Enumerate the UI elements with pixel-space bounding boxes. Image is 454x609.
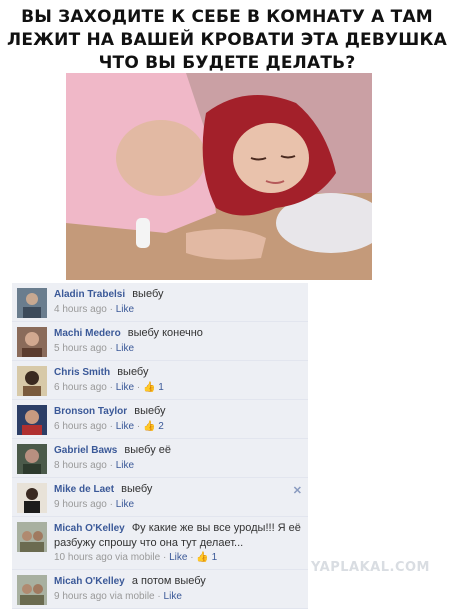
comment-meta: 5 hours ago · Like	[54, 342, 302, 356]
comment-time[interactable]: 4 hours ago	[54, 304, 107, 315]
comment-meta: 8 hours ago · Like	[54, 459, 302, 473]
close-icon[interactable]: ✕	[293, 484, 302, 497]
comment-author[interactable]: Mike de Laet	[54, 484, 114, 495]
comment-text: выебу	[132, 288, 164, 300]
comment-item: Micah O'Kelley Фу какие же вы все уроды!…	[12, 517, 308, 570]
comment-list: Aladin Trabelsi выебу 4 hours ago · Like…	[12, 283, 308, 609]
separator: ·	[109, 499, 113, 510]
comment-meta: 6 hours ago · Like · 👍 1	[54, 381, 302, 395]
separator: ·	[136, 382, 141, 393]
comment-author[interactable]: Micah O'Kelley	[54, 576, 125, 587]
like-count[interactable]: 1	[158, 382, 164, 393]
comment-meta: 10 hours ago via mobile · Like · 👍 1	[54, 551, 302, 565]
avatar[interactable]	[17, 483, 47, 513]
headline-line-1: ВЫ ЗАХОДИТЕ К СЕБЕ В КОМНАТУ А ТАМ	[21, 7, 433, 27]
separator: ·	[109, 460, 113, 471]
thumbs-up-icon: 👍	[143, 421, 156, 432]
comment-item: Gabriel Baws выебу её 8 hours ago · Like	[12, 439, 308, 478]
comment-author[interactable]: Micah O'Kelley	[54, 523, 125, 534]
avatar[interactable]	[17, 366, 47, 396]
thumbs-up-icon: 👍	[143, 382, 156, 393]
comment-text: выебу конечно	[127, 327, 203, 339]
comment-text: выебу	[121, 483, 153, 495]
comment-item: Bronson Taylor выебу 6 hours ago · Like …	[12, 400, 308, 439]
comment-meta: 4 hours ago · Like	[54, 303, 302, 317]
comment-meta: 9 hours ago via mobile · Like	[54, 590, 302, 604]
like-link[interactable]: Like	[116, 499, 134, 510]
comment-item: Chris Smith выебу 6 hours ago · Like · 👍…	[12, 361, 308, 400]
separator: ·	[190, 552, 194, 563]
comment-item: Micah O'Kelley а потом выебу 9 hours ago…	[12, 570, 308, 609]
like-link[interactable]: Like	[164, 591, 182, 602]
like-link[interactable]: Like	[116, 460, 134, 471]
like-count[interactable]: 1	[212, 552, 218, 563]
comment-author[interactable]: Chris Smith	[54, 367, 110, 378]
avatar[interactable]	[17, 575, 47, 605]
site-watermark: YAPLAKAL.COM	[311, 560, 430, 575]
comment-meta: 6 hours ago · Like · 👍 2	[54, 420, 302, 434]
avatar[interactable]	[17, 327, 47, 357]
like-link[interactable]: Like	[116, 304, 134, 315]
separator: ·	[109, 343, 113, 354]
comment-time[interactable]: 5 hours ago	[54, 343, 107, 354]
comment-time[interactable]: 6 hours ago	[54, 421, 107, 432]
like-link[interactable]: Like	[116, 343, 134, 354]
separator: ·	[136, 421, 141, 432]
like-count[interactable]: 2	[158, 421, 164, 432]
comment-time[interactable]: 8 hours ago	[54, 460, 107, 471]
separator: ·	[109, 304, 113, 315]
photo-girl-on-bed	[66, 73, 372, 280]
comment-time[interactable]: 10 hours ago via mobile	[54, 552, 160, 563]
headline-line-2: ЛЕЖИТ НА ВАШЕЙ КРОВАТИ ЭТА ДЕВУШКА	[7, 30, 447, 50]
comment-text: выебу её	[124, 444, 172, 456]
separator: ·	[162, 552, 167, 563]
comment-text: а потом выебу	[131, 575, 206, 587]
separator: ·	[157, 591, 161, 602]
comment-item: Aladin Trabelsi выебу 4 hours ago · Like	[12, 283, 308, 322]
comment-text: выебу	[134, 405, 166, 417]
separator: ·	[109, 382, 113, 393]
comment-author[interactable]: Bronson Taylor	[54, 406, 127, 417]
headline-line-3: ЧТО ВЫ БУДЕТЕ ДЕЛАТЬ?	[98, 53, 356, 73]
separator: ·	[109, 421, 113, 432]
comment-author[interactable]: Machi Medero	[54, 328, 121, 339]
avatar[interactable]	[17, 522, 47, 552]
avatar[interactable]	[17, 405, 47, 435]
comment-time[interactable]: 9 hours ago via mobile	[54, 591, 155, 602]
like-link[interactable]: Like	[169, 552, 187, 563]
comment-time[interactable]: 6 hours ago	[54, 382, 107, 393]
thumbs-up-icon: 👍	[196, 552, 209, 563]
comment-item: Machi Medero выебу конечно 5 hours ago ·…	[12, 322, 308, 361]
headline: ВЫ ЗАХОДИТЕ К СЕБЕ В КОМНАТУ А ТАМ ЛЕЖИТ…	[0, 6, 454, 75]
comment-item: Mike de Laet выебу 9 hours ago · Like ✕	[12, 478, 308, 517]
comment-author[interactable]: Gabriel Baws	[54, 445, 117, 456]
comment-text: выебу	[117, 366, 149, 378]
comment-author[interactable]: Aladin Trabelsi	[54, 289, 125, 300]
comment-meta: 9 hours ago · Like	[54, 498, 302, 512]
like-link[interactable]: Like	[116, 382, 134, 393]
avatar[interactable]	[17, 288, 47, 318]
comment-time[interactable]: 9 hours ago	[54, 499, 107, 510]
like-link[interactable]: Like	[116, 421, 134, 432]
avatar[interactable]	[17, 444, 47, 474]
